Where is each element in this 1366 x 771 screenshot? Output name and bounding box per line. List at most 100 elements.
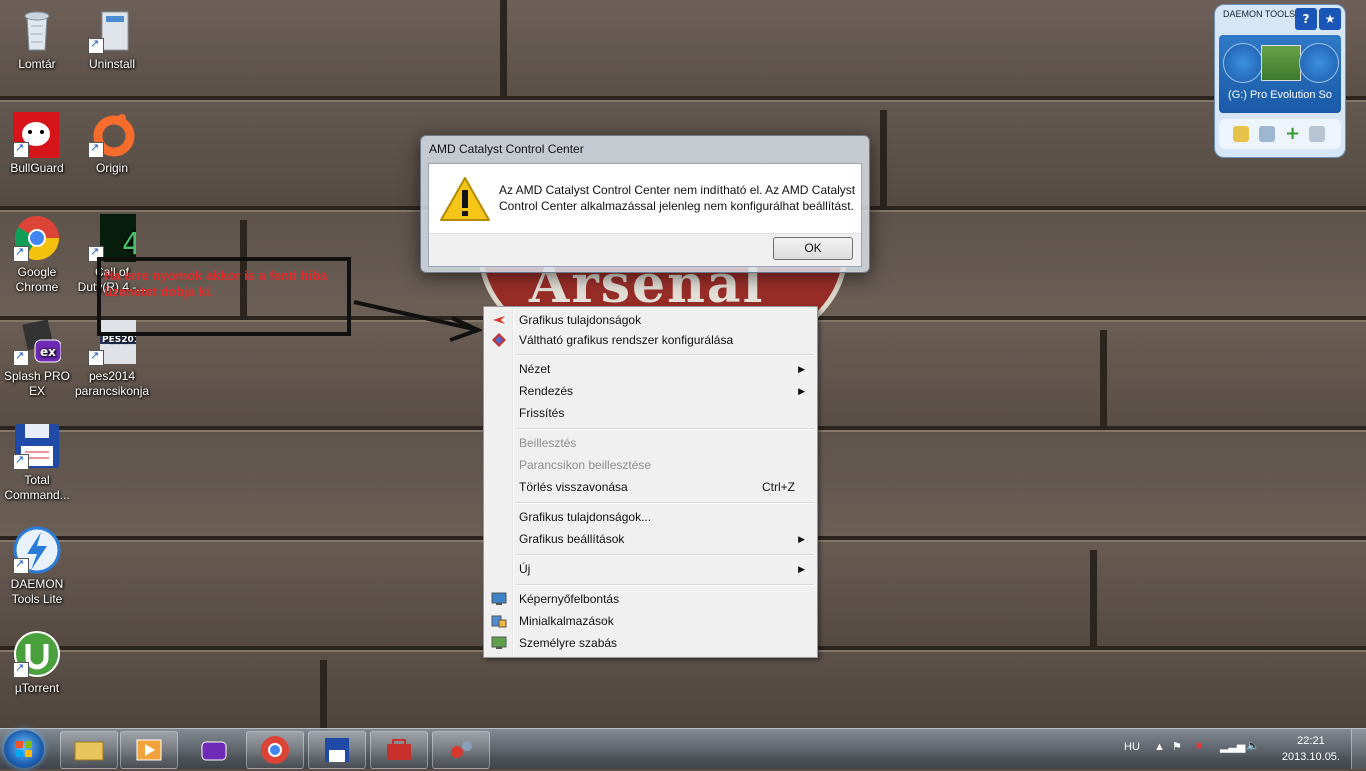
taskbar-chrome[interactable]: [246, 731, 304, 769]
menu-item-label: Grafikus tulajdonságok...: [519, 510, 652, 524]
disc-thumbnail: [1261, 45, 1301, 81]
desktop-icon-bullguard[interactable]: BullGuard: [0, 110, 74, 176]
submenu-arrow-icon: ▶: [798, 564, 805, 574]
action-center-flag-icon[interactable]: ⚑: [1172, 740, 1182, 753]
chrome-icon: [13, 214, 61, 262]
bullguard-icon: [13, 110, 61, 158]
clock[interactable]: 22:21 2013.10.05.: [1282, 733, 1340, 765]
warning-icon: [440, 177, 490, 221]
amd-catalyst-icon: [451, 741, 472, 758]
menu-item-personalize[interactable]: Személyre szabás: [486, 632, 815, 654]
menu-item-graphics-properties-intel[interactable]: Grafikus tulajdonságok...: [486, 506, 815, 528]
media-player-icon: [136, 739, 162, 761]
daemon-toolbar: +: [1219, 119, 1341, 149]
menu-item-view[interactable]: Nézet ▶: [486, 358, 815, 380]
gadgets-icon: [491, 615, 507, 628]
icon-label: Lomtár: [18, 57, 56, 71]
desktop-icon-total-commander[interactable]: Total Command...: [0, 422, 74, 503]
help-button[interactable]: ?: [1295, 8, 1317, 30]
taskbar: HU ▲ ⚑ ■ ▂▃▅ 🔈 22:21 2013.10.05.: [0, 728, 1366, 769]
mount-icon[interactable]: [1233, 126, 1249, 142]
show-desktop-button[interactable]: [1351, 729, 1366, 769]
daemon-logo: DAEMON TOOLS: [1223, 9, 1296, 19]
menu-item-label: Frissítés: [519, 406, 565, 420]
menu-separator: [516, 428, 814, 430]
floppy-disk-icon: [13, 422, 61, 470]
utorrent-icon: [13, 630, 61, 678]
menu-item-undo-delete[interactable]: Törlés visszavonása Ctrl+Z: [486, 476, 815, 498]
menu-item-gadgets[interactable]: Minialkalmazások: [486, 610, 815, 632]
taskbar-app-toolbox[interactable]: [370, 731, 428, 769]
ok-button[interactable]: OK: [773, 237, 853, 260]
image-icon[interactable]: [1259, 126, 1275, 142]
daemon-tools-icon: [13, 526, 61, 574]
menu-item-label: Beillesztés: [519, 436, 577, 450]
annotation-arrow: [353, 300, 482, 342]
submenu-arrow-icon: ▶: [798, 386, 805, 396]
recycle-bin-icon: [13, 6, 61, 54]
menu-item-switchable-graphics[interactable]: Váltható grafikus rendszer konfigurálása: [486, 329, 815, 351]
add-icon[interactable]: +: [1285, 123, 1300, 144]
dialog-title: AMD Catalyst Control Center: [429, 142, 584, 156]
clock-date: 2013.10.05.: [1281, 751, 1340, 763]
menu-item-label: Új: [519, 562, 531, 576]
menu-item-paste[interactable]: Beillesztés: [486, 432, 815, 454]
network-icon[interactable]: ▂▃▅: [1220, 740, 1245, 753]
floppy-disk-icon: [325, 738, 349, 762]
taskbar-amd-catalyst[interactable]: [432, 731, 490, 769]
shortcut-arrow-icon: [13, 453, 29, 470]
desktop-icon-google-chrome[interactable]: Google Chrome: [0, 214, 74, 295]
menu-item-screen-resolution[interactable]: Képernyőfelbontás: [486, 588, 815, 610]
chrome-icon: [261, 736, 289, 764]
antivirus-icon[interactable]: ■: [1196, 740, 1203, 752]
desktop-icon-recycle-bin[interactable]: Lomtár: [0, 6, 74, 72]
shortcut-arrow-icon: [13, 349, 29, 366]
menu-item-label: Grafikus tulajdonságok: [519, 313, 642, 327]
menu-item-sort[interactable]: Rendezés ▶: [486, 380, 815, 402]
desktop-icon-splash-pro-ex[interactable]: ex Splash PRO EX: [0, 318, 74, 399]
volume-icon[interactable]: 🔈: [1246, 739, 1260, 752]
desktop-context-menu: Grafikus tulajdonságok Váltható grafikus…: [483, 306, 818, 658]
drive-label: (G:) Pro Evolution So: [1228, 89, 1332, 101]
menu-item-label: Rendezés: [519, 384, 574, 398]
taskbar-splash-pro[interactable]: [185, 731, 243, 769]
icon-label: Splash PRO EX: [3, 369, 71, 398]
desktop-icon-origin[interactable]: Origin: [75, 110, 149, 176]
menu-separator: [516, 584, 814, 586]
menu-item-label: Váltható grafikus rendszer konfigurálása: [519, 333, 734, 347]
icon-label: Total Command...: [4, 473, 70, 502]
icon-label: DAEMON Tools Lite: [10, 577, 64, 606]
menu-item-new[interactable]: Új ▶: [486, 558, 815, 580]
menu-item-shortcut: Ctrl+Z: [762, 480, 795, 494]
catch-icon[interactable]: ★: [1319, 8, 1341, 30]
play-icon[interactable]: [1223, 43, 1263, 83]
dialog-footer: OK: [429, 233, 861, 266]
menu-item-paste-shortcut[interactable]: Parancsikon beillesztése: [486, 454, 815, 476]
shortcut-arrow-icon: [13, 245, 29, 262]
desktop-icon-utorrent[interactable]: µTorrent: [0, 630, 74, 696]
shortcut-arrow-icon: [88, 141, 104, 158]
settings-icon[interactable]: [1299, 43, 1339, 83]
toolbox-icon: [387, 739, 411, 760]
system-tray: HU ▲ ⚑ ■ ▂▃▅ 🔈 22:21 2013.10.05.: [1116, 729, 1366, 769]
dialog-message: Az AMD Catalyst Control Center nem indít…: [499, 183, 856, 213]
show-hidden-icons-icon[interactable]: ▲: [1154, 741, 1165, 753]
taskbar-media-player[interactable]: [120, 731, 178, 769]
shortcut-arrow-icon: [13, 141, 29, 158]
taskbar-total-commander[interactable]: [308, 731, 366, 769]
start-button[interactable]: [4, 730, 44, 768]
taskbar-explorer[interactable]: [60, 731, 118, 769]
desktop-icon-daemon-tools-lite[interactable]: DAEMON Tools Lite: [0, 526, 74, 607]
amd-icon: [493, 316, 505, 324]
menu-item-graphics-options[interactable]: Grafikus beállítások ▶: [486, 528, 815, 550]
language-indicator[interactable]: HU: [1124, 741, 1140, 753]
windows-logo-icon: [16, 741, 32, 757]
menu-item-refresh[interactable]: Frissítés: [486, 402, 815, 424]
display-icon: [491, 592, 507, 605]
menu-item-graphics-properties[interactable]: Grafikus tulajdonságok: [486, 309, 815, 331]
uninstall-icon: [88, 6, 136, 54]
shortcut-arrow-icon: [88, 349, 104, 366]
menu-item-label: Grafikus beállítások: [519, 532, 625, 546]
desktop-icon-uninstall[interactable]: Uninstall: [75, 6, 149, 72]
drive-icon[interactable]: [1309, 126, 1325, 142]
